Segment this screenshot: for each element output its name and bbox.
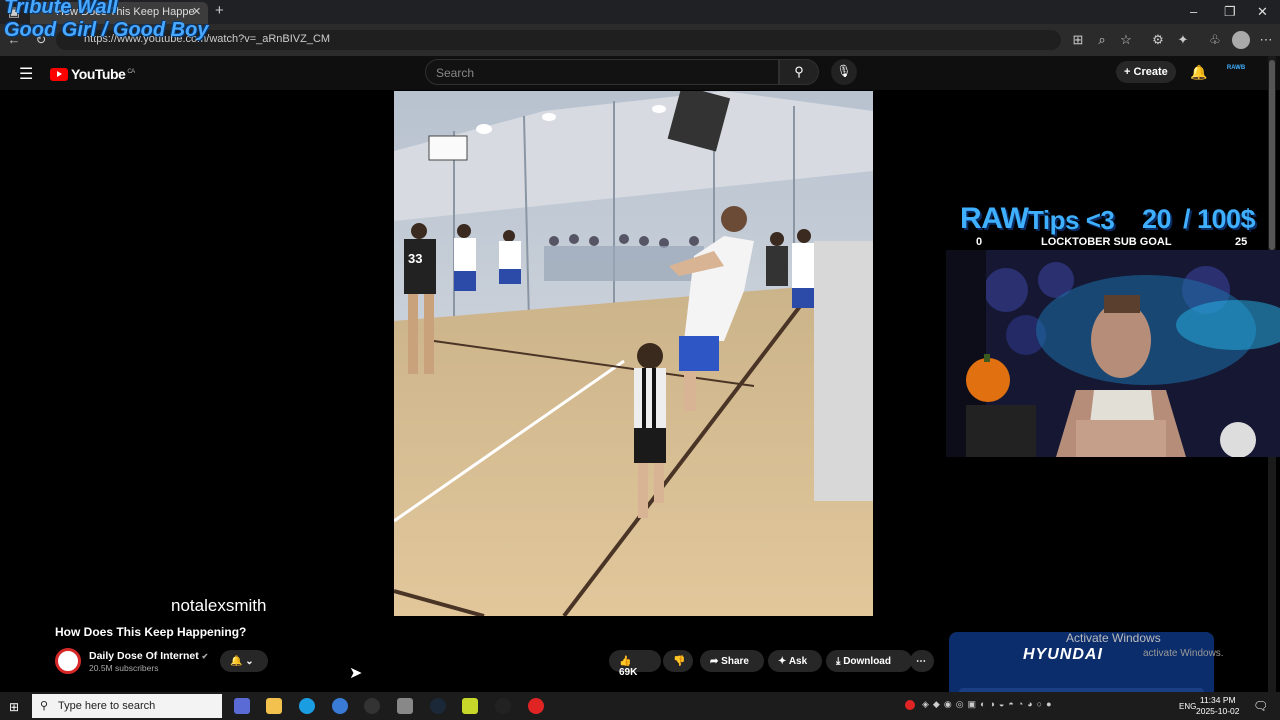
goal-max: 25 [1235, 236, 1248, 248]
taskbar-app-icon[interactable] [332, 698, 348, 714]
video-title: How Does This Keep Happening? [55, 625, 247, 639]
clock-time: 11:34 PM [1199, 695, 1236, 705]
thumbs-up-icon: 👍 [619, 656, 632, 667]
notifications-bell-icon[interactable]: 🔔 [1190, 64, 1207, 81]
browser-menu-icon[interactable]: ⋯ [1258, 32, 1274, 48]
like-count: 69K [619, 667, 638, 678]
jersey-number: 33 [408, 251, 422, 266]
thumbs-down-icon: 👎 [673, 656, 686, 667]
taskbar-settings-icon[interactable] [397, 698, 413, 714]
mouse-cursor-icon: ➤ [349, 665, 363, 682]
tray-record-icon[interactable] [905, 700, 915, 710]
youtube-play-icon [50, 68, 68, 81]
plus-icon: + [1124, 66, 1131, 78]
close-window-icon[interactable]: ✕ [1257, 4, 1268, 20]
zoom-icon[interactable]: ⌕ [1094, 32, 1110, 48]
activate-windows-subtitle: activate Windows. [1143, 648, 1224, 659]
create-button[interactable]: + Create [1116, 61, 1176, 83]
channel-avatar[interactable]: RAWB [1226, 62, 1246, 82]
goal-target: / 100$ [1183, 204, 1256, 234]
subscribe-notification-button[interactable]: 🔔 ⌄ [220, 650, 268, 672]
video-player[interactable]: 33 [394, 91, 873, 616]
search-placeholder: Search [436, 66, 475, 80]
bell-icon: 🔔 [230, 656, 243, 667]
channel-name[interactable]: Daily Dose Of Internet ✔ [89, 650, 208, 662]
download-label: Download [843, 656, 891, 667]
share-label: Share [721, 656, 749, 667]
profile-avatar[interactable] [1232, 31, 1250, 49]
notification-center-icon[interactable]: 🗨 [1253, 699, 1268, 713]
collections-icon[interactable]: ♧ [1207, 32, 1223, 48]
system-tray-icons[interactable]: ◈◆◉◎▣◐◑◒◓◔◕○● [922, 699, 1167, 711]
goal-min: 0 [976, 236, 983, 248]
ask-label: Ask [788, 656, 808, 667]
taskbar-steam-icon[interactable] [430, 698, 446, 714]
channel-avatar-icon[interactable] [55, 648, 81, 674]
taskbar-notes-icon[interactable] [462, 698, 478, 714]
youtube-logo[interactable]: YouTube CA [50, 66, 135, 82]
taskbar-obs-icon[interactable] [364, 698, 380, 714]
voice-search-button[interactable]: 🎙 [831, 59, 857, 85]
goal-current: 20 [1142, 204, 1172, 234]
sparkle-icon: ✦ [778, 656, 787, 667]
download-button[interactable]: ⤓ Download [826, 650, 912, 672]
dislike-button[interactable]: 👎 [663, 650, 693, 672]
more-icon: ⋯ [916, 656, 926, 667]
stream-goal-overlay: RAW Tips <3 20 / 100$ 0 LOCKTOBER SUB GO… [946, 202, 1271, 252]
search-button[interactable]: ⚲ [779, 59, 819, 85]
more-actions-button[interactable]: ⋯ [910, 650, 934, 672]
region-code: CA [127, 69, 135, 76]
search-input[interactable]: Search [425, 59, 779, 85]
windows-start-icon[interactable]: ⊞ [9, 700, 19, 714]
new-tab-button[interactable]: + [215, 2, 224, 19]
app-available-icon[interactable]: ⊞ [1070, 32, 1086, 48]
download-icon: ⤓ [836, 656, 841, 667]
subscriber-count: 20.5M subscribers [89, 663, 159, 673]
ad-brand: HYUNDAI [1023, 646, 1103, 663]
extensions-icon[interactable]: ⚙ [1150, 32, 1166, 48]
tribute-title: Tribute Wall [4, 0, 118, 18]
taskbar-record-icon[interactable] [528, 698, 544, 714]
like-button[interactable]: 👍 69K [609, 650, 661, 678]
verified-icon: ✔ [201, 652, 209, 661]
video-watermark: notalexsmith [171, 596, 267, 615]
favorite-star-icon[interactable]: ☆ [1118, 32, 1134, 48]
microphone-icon: 🎙 [836, 64, 852, 78]
create-label: Create [1133, 66, 1168, 78]
maximize-icon[interactable]: ❐ [1224, 4, 1236, 20]
extension-puzzle-icon[interactable]: ✦ [1175, 32, 1191, 48]
taskbar-search-placeholder: Type here to search [58, 700, 156, 712]
activate-windows-title: Activate Windows [1066, 631, 1161, 645]
share-icon: ➦ [710, 656, 719, 667]
share-button[interactable]: ➦ Share [700, 650, 764, 672]
taskbar-search-icon: ⚲ [40, 700, 49, 712]
taskbar-edge-icon[interactable] [299, 698, 315, 714]
tribute-subtitle: Good Girl / Good Boy [4, 19, 209, 41]
taskbar-game-icon[interactable] [495, 698, 511, 714]
chevron-down-icon: ⌄ [245, 656, 254, 667]
taskbar-clock[interactable]: 11:34 PM 2025-10-02 [1196, 695, 1239, 717]
channel-name-text: Daily Dose Of Internet [89, 650, 199, 662]
video-frame: 33 [394, 91, 873, 616]
ask-button[interactable]: ✦ Ask [768, 650, 822, 672]
tribute-wall-overlay: Tribute Wall Good Girl / Good Boy [4, 0, 208, 41]
minimize-icon[interactable]: – [1190, 4, 1197, 19]
clock-date: 2025-10-02 [1196, 706, 1240, 716]
search-icon: ⚲ [794, 64, 804, 79]
hamburger-menu-icon[interactable]: ☰ [19, 64, 33, 84]
taskbar-search-input[interactable]: ⚲ Type here to search [32, 694, 222, 718]
webcam-feed [946, 250, 1280, 457]
youtube-logo-text: YouTube [71, 66, 126, 82]
stream-tips: Tips <3 [1028, 205, 1115, 235]
webcam-frame [946, 250, 1280, 457]
language-indicator[interactable]: ENG [1179, 702, 1196, 711]
stream-brand: RAW [960, 202, 1029, 235]
goal-label: LOCKTOBER SUB GOAL [1041, 236, 1172, 248]
taskbar-copilot-icon[interactable] [234, 698, 250, 714]
taskbar-file-explorer-icon[interactable] [266, 698, 282, 714]
